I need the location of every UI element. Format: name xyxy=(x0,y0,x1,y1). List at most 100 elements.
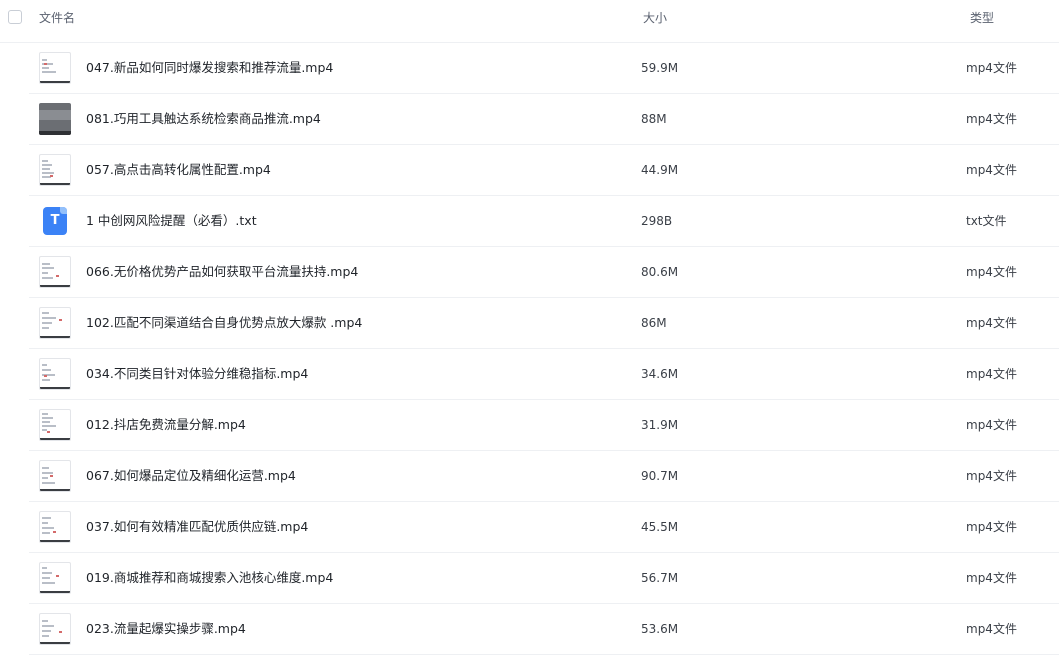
video-thumbnail-mark xyxy=(56,575,59,577)
file-type: mp4文件 xyxy=(966,316,1017,330)
file-row[interactable]: 047.新品如何同时爆发搜索和推荐流量.mp4 59.9M mp4文件 xyxy=(29,43,1059,94)
file-size: 31.9M xyxy=(641,418,679,432)
video-thumbnail-base xyxy=(40,285,70,287)
video-thumbnail xyxy=(39,52,71,84)
file-rows: 047.新品如何同时爆发搜索和推荐流量.mp4 59.9M mp4文件 081.巧用工… xyxy=(0,43,1059,655)
file-size: 90.7M xyxy=(641,469,679,483)
file-name[interactable]: 012.抖店免费流量分解.mp4 xyxy=(86,416,246,434)
file-type: mp4文件 xyxy=(966,367,1017,381)
video-thumbnail-line xyxy=(42,467,49,469)
video-thumbnail-line xyxy=(42,577,50,579)
file-row[interactable]: 081.巧用工具触达系统检索商品推流.mp4 88M mp4文件 xyxy=(29,94,1059,145)
video-thumbnail-mark xyxy=(47,431,50,433)
video-thumbnail xyxy=(39,613,71,645)
video-thumbnail-mark xyxy=(53,531,56,533)
file-name[interactable]: 034.不同类目针对体验分维稳指标.mp4 xyxy=(86,365,308,383)
file-size: 86M xyxy=(641,316,667,330)
file-size: 298B xyxy=(641,214,673,228)
file-name[interactable]: 081.巧用工具触达系统检索商品推流.mp4 xyxy=(86,110,321,128)
file-name[interactable]: 023.流量起爆实操步骤.mp4 xyxy=(86,620,246,638)
txt-file-icon: T xyxy=(43,207,67,235)
file-size: 53.6M xyxy=(641,622,679,636)
file-row[interactable]: 019.商城推荐和商城搜索入池核心维度.mp4 56.7M mp4文件 xyxy=(29,553,1059,604)
file-name[interactable]: 047.新品如何同时爆发搜索和推荐流量.mp4 xyxy=(86,59,333,77)
file-type: mp4文件 xyxy=(966,418,1017,432)
column-header-type[interactable]: 类型 xyxy=(970,10,994,26)
file-name[interactable]: 102.匹配不同渠道结合自身优势点放大爆款 .mp4 xyxy=(86,314,362,332)
file-type: mp4文件 xyxy=(966,265,1017,279)
video-thumbnail-line xyxy=(42,421,50,423)
video-thumbnail-base xyxy=(40,642,70,644)
video-thumbnail-mark xyxy=(59,319,62,321)
file-type: mp4文件 xyxy=(966,571,1017,585)
file-name[interactable]: 057.高点击高转化属性配置.mp4 xyxy=(86,161,271,179)
video-thumbnail-line xyxy=(42,168,50,170)
file-list-header: 文件名 大小 类型 xyxy=(0,0,1059,43)
file-row[interactable]: 023.流量起爆实操步骤.mp4 53.6M mp4文件 xyxy=(29,604,1059,655)
video-thumbnail-line xyxy=(42,527,54,529)
video-thumbnail-line xyxy=(42,532,50,534)
file-size: 45.5M xyxy=(641,520,679,534)
video-thumbnail-base xyxy=(40,81,70,83)
file-type: txt文件 xyxy=(966,214,1007,228)
video-thumbnail-line xyxy=(42,364,47,366)
video-thumbnail xyxy=(39,511,71,543)
video-thumbnail-line xyxy=(42,59,47,61)
video-thumbnail-line xyxy=(42,567,47,569)
video-thumbnail-line xyxy=(42,482,55,484)
file-row[interactable]: 057.高点击高转化属性配置.mp4 44.9M mp4文件 xyxy=(29,145,1059,196)
file-type: mp4文件 xyxy=(966,61,1017,75)
file-row[interactable]: 037.如何有效精准匹配优质供应链.mp4 45.5M mp4文件 xyxy=(29,502,1059,553)
file-name[interactable]: 066.无价格优势产品如何获取平台流量扶持.mp4 xyxy=(86,263,358,281)
video-thumbnail xyxy=(39,103,71,135)
file-row[interactable]: 067.如何爆品定位及精细化运营.mp4 90.7M mp4文件 xyxy=(29,451,1059,502)
file-row[interactable]: T 1 中创网风险提醒（必看）.txt 298B txt文件 xyxy=(29,196,1059,247)
video-thumbnail-mark xyxy=(50,475,53,477)
file-type: mp4文件 xyxy=(966,112,1017,126)
video-thumbnail-line xyxy=(42,620,48,622)
video-thumbnail-line xyxy=(42,277,53,279)
file-size: 34.6M xyxy=(641,367,679,381)
video-thumbnail-line xyxy=(42,582,55,584)
file-name[interactable]: 1 中创网风险提醒（必看）.txt xyxy=(86,212,257,230)
video-thumbnail-line xyxy=(42,369,51,371)
file-size: 59.9M xyxy=(641,61,679,75)
file-name[interactable]: 019.商城推荐和商城搜索入池核心维度.mp4 xyxy=(86,569,333,587)
video-thumbnail xyxy=(39,562,71,594)
select-all-checkbox[interactable] xyxy=(8,10,22,24)
video-thumbnail-line xyxy=(42,477,48,479)
video-thumbnail-line xyxy=(42,327,49,329)
video-thumbnail-mark xyxy=(50,175,53,177)
video-thumbnail-mark xyxy=(59,631,62,633)
video-thumbnail xyxy=(39,256,71,288)
video-thumbnail-base xyxy=(40,540,70,542)
video-thumbnail-line xyxy=(42,71,56,73)
file-name[interactable]: 067.如何爆品定位及精细化运营.mp4 xyxy=(86,467,296,485)
file-row[interactable]: 066.无价格优势产品如何获取平台流量扶持.mp4 80.6M mp4文件 xyxy=(29,247,1059,298)
file-type: mp4文件 xyxy=(966,520,1017,534)
txt-file-icon-fold xyxy=(60,207,67,214)
video-thumbnail-base xyxy=(40,387,70,389)
video-thumbnail-base xyxy=(40,438,70,440)
video-thumbnail-line xyxy=(42,517,51,519)
video-thumbnail-line xyxy=(42,379,50,381)
file-row[interactable]: 034.不同类目针对体验分维稳指标.mp4 34.6M mp4文件 xyxy=(29,349,1059,400)
video-thumbnail-line xyxy=(42,322,52,324)
video-thumbnail-line xyxy=(42,263,50,265)
video-thumbnail-mark xyxy=(44,63,47,65)
video-thumbnail-mark xyxy=(44,375,47,377)
file-name[interactable]: 037.如何有效精准匹配优质供应链.mp4 xyxy=(86,518,308,536)
file-type: mp4文件 xyxy=(966,163,1017,177)
video-thumbnail-line xyxy=(42,160,48,162)
column-header-name[interactable]: 文件名 xyxy=(39,10,75,26)
file-size: 44.9M xyxy=(641,163,679,177)
video-thumbnail xyxy=(39,460,71,492)
video-thumbnail-line xyxy=(42,164,52,166)
file-row[interactable]: 102.匹配不同渠道结合自身优势点放大爆款 .mp4 86M mp4文件 xyxy=(29,298,1059,349)
video-thumbnail-line xyxy=(42,635,49,637)
file-size: 88M xyxy=(641,112,667,126)
video-thumbnail xyxy=(39,409,71,441)
video-thumbnail-line xyxy=(42,317,56,319)
column-header-size[interactable]: 大小 xyxy=(643,10,667,26)
file-row[interactable]: 012.抖店免费流量分解.mp4 31.9M mp4文件 xyxy=(29,400,1059,451)
